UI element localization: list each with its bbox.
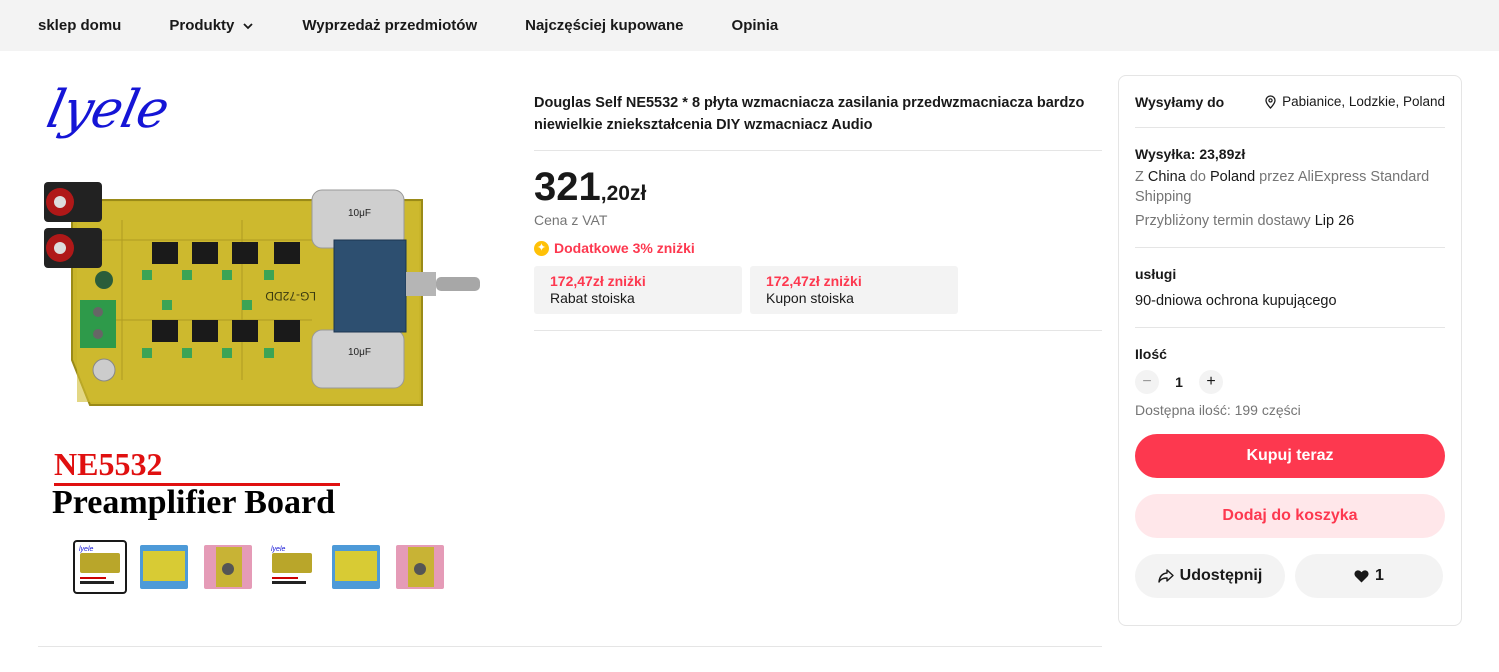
divider <box>38 646 1102 647</box>
services-title: usługi <box>1135 266 1177 282</box>
thumbnail-strip: lyele lyele <box>73 540 447 594</box>
share-button[interactable]: Udostępnij <box>1135 554 1285 598</box>
vat-note: Cena z VAT <box>534 212 608 228</box>
quantity-section: Ilość − 1 + Dostępna ilość: 199 części <box>1135 328 1445 418</box>
price-main: 321 <box>534 165 601 209</box>
ship-to-row[interactable]: Wysyłamy do Pabianice, Lodzkie, Poland <box>1135 76 1445 128</box>
pcb-board-illustration: 10μF 10μF LG-72DD <box>44 182 480 406</box>
coupon-list: 172,47zł zniżki Rabat stoiska 172,47zł z… <box>534 266 1102 314</box>
nav-item-sale[interactable]: Wyprzedaż przedmiotów <box>302 17 477 34</box>
price: 321 ,20zł <box>534 165 1102 210</box>
delivery-date: Lip 26 <box>1314 213 1355 229</box>
nav-item-reviews[interactable]: Opinia <box>732 17 779 34</box>
thumbnail-1[interactable]: lyele <box>73 540 127 594</box>
price-fraction: ,20zł <box>600 182 647 205</box>
thumbnail-6[interactable] <box>393 540 447 594</box>
extra-discount[interactable]: ✦ Dodatkowe 3% zniżki <box>534 240 1102 256</box>
image-caption-model: NE5532 <box>54 446 163 482</box>
coin-icon: ✦ <box>534 240 549 256</box>
heart-icon <box>1354 569 1369 582</box>
coupon-amount: 172,47zł zniżki <box>766 273 862 289</box>
shipping-route: Z China do Poland przez AliExpress Stand… <box>1135 167 1445 207</box>
nav-item-label: sklep domu <box>38 17 122 34</box>
shipping-title: Wysyłka: 23,89zł <box>1135 146 1246 162</box>
quantity-value[interactable]: 1 <box>1159 374 1199 390</box>
wishlist-button[interactable]: 1 <box>1295 554 1443 598</box>
availability: Dostępna ilość: 199 części <box>1135 402 1301 418</box>
nav-item-label: Opinia <box>731 17 779 34</box>
chevron-down-icon <box>243 22 254 29</box>
divider <box>534 150 1102 151</box>
extra-discount-label: Dodatkowe 3% zniżki <box>554 240 695 256</box>
ship-to-location-text: Pabianice, Lodzkie, Poland <box>1282 94 1445 109</box>
location-pin-icon <box>1265 94 1276 109</box>
thumb-logo: lyele <box>79 546 94 553</box>
secondary-actions: Udostępnij 1 <box>1135 554 1445 598</box>
delivery-estimate: Przybliżony termin dostawy Lip 26 <box>1135 211 1445 231</box>
thumbnail-3[interactable] <box>201 540 255 594</box>
share-icon <box>1157 569 1174 583</box>
thumbnail-5[interactable] <box>329 540 383 594</box>
nav-item-products[interactable]: Produkty <box>169 17 254 34</box>
image-caption-type: Preamplifier Board <box>52 484 335 521</box>
decrement-button[interactable]: − <box>1135 370 1159 394</box>
cap-label: 10μF <box>348 347 371 358</box>
product-info: Douglas Self NE5532 * 8 płyta wzmacniacz… <box>534 92 1102 331</box>
nav-item-label: Najczęściej kupowane <box>525 17 684 34</box>
delivery-label: Przybliżony termin dostawy <box>1135 213 1311 229</box>
nav-item-label: Wyprzedaż przedmiotów <box>302 17 478 34</box>
thumb-logo: lyele <box>271 546 286 553</box>
increment-button[interactable]: + <box>1199 370 1223 394</box>
thumbnail-2[interactable] <box>137 540 191 594</box>
shipping-origin: China <box>1147 169 1186 185</box>
divider <box>534 330 1102 331</box>
share-label: Udostępnij <box>1179 567 1263 584</box>
ship-to-location[interactable]: Pabianice, Lodzkie, Poland <box>1265 94 1445 109</box>
purchase-panel: Wysyłamy do Pabianice, Lodzkie, Poland W… <box>1118 75 1462 626</box>
brand-logo: lyele <box>41 80 174 140</box>
quantity-title: Ilość <box>1135 346 1167 362</box>
buy-now-button[interactable]: Kupuj teraz <box>1135 434 1445 478</box>
coupon-amount: 172,47zł zniżki <box>550 273 646 289</box>
add-to-cart-button[interactable]: Dodaj do koszyka <box>1135 494 1445 538</box>
main-product-image[interactable]: 10μF 10μF LG-72DD <box>42 180 482 410</box>
coupon-store-discount[interactable]: 172,47zł zniżki Rabat stoiska <box>534 266 742 314</box>
ship-to-label: Wysyłamy do <box>1135 93 1225 110</box>
coupon-store-coupon[interactable]: 172,47zł zniżki Kupon stoiska <box>750 266 958 314</box>
pcb-code-label: LG-72DD <box>265 289 316 303</box>
services-section: usługi 90-dniowa ochrona kupującego <box>1135 248 1445 328</box>
shipping-section: Wysyłka: 23,89zł Z China do Poland przez… <box>1135 128 1445 248</box>
product-gallery: lyele 10μF 10μF LG-72DD NE5532 Preamplif… <box>38 76 498 546</box>
buyer-protection[interactable]: 90-dniowa ochrona kupującego <box>1135 291 1445 311</box>
nav-item-home[interactable]: sklep domu <box>38 17 121 34</box>
text: Z <box>1135 169 1144 185</box>
wishlist-count: 1 <box>1375 567 1384 584</box>
text: przez <box>1259 169 1295 185</box>
thumbnail-4[interactable]: lyele <box>265 540 319 594</box>
quantity-stepper: − 1 + <box>1135 370 1445 394</box>
shipping-destination: Poland <box>1209 169 1256 185</box>
text: do <box>1189 169 1206 185</box>
cap-label: 10μF <box>348 208 371 219</box>
nav-item-bestsellers[interactable]: Najczęściej kupowane <box>525 17 683 34</box>
nav-item-label: Produkty <box>169 17 235 34</box>
top-nav: sklep domu Produkty Wyprzedaż przedmiotó… <box>0 0 1499 51</box>
product-title: Douglas Self NE5532 * 8 płyta wzmacniacz… <box>534 95 1085 133</box>
coupon-label: Rabat stoiska <box>550 290 635 306</box>
coupon-label: Kupon stoiska <box>766 290 854 306</box>
